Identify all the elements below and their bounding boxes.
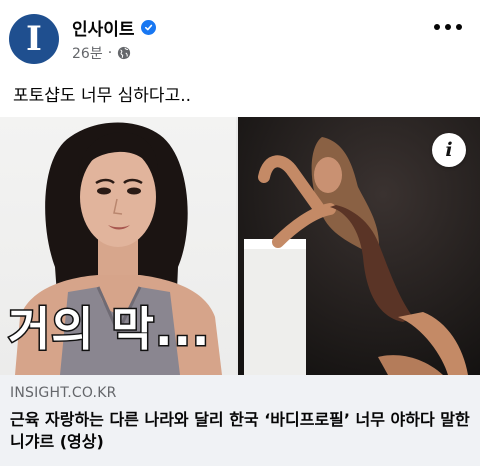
page-name-row: 인사이트 <box>72 15 156 40</box>
globe-icon <box>118 46 131 60</box>
more-dot-icon <box>445 24 451 30</box>
link-preview[interactable]: INSIGHT.CO.KR 근육 자랑하는 다른 나라와 달리 한국 ‘바디프로… <box>0 375 480 466</box>
post-meta: 26분 · <box>72 43 131 63</box>
info-icon[interactable]: i <box>432 133 466 167</box>
post-text: 포토샵도 너무 심하다고.. <box>13 86 192 106</box>
media-right-photo[interactable]: i <box>238 117 480 375</box>
page-name[interactable]: 인사이트 <box>72 15 135 40</box>
post-header: I 인사이트 26분 · <box>0 0 480 72</box>
video-caption-overlay: 거의 막... <box>6 301 211 358</box>
meta-separator: · <box>107 45 113 61</box>
post-media[interactable]: 거의 막... i <box>0 117 480 375</box>
link-domain: INSIGHT.CO.KR <box>10 385 117 401</box>
link-title[interactable]: 근육 자랑하는 다른 나라와 달리 한국 ‘바디프로필’ 너무 야하다 말한 니… <box>10 409 470 453</box>
page-avatar[interactable]: I <box>9 14 59 64</box>
media-left-photo[interactable]: 거의 막... <box>0 117 236 375</box>
more-dot-icon <box>456 24 462 30</box>
more-options-button[interactable] <box>434 18 462 36</box>
post-timestamp[interactable]: 26분 <box>72 43 103 63</box>
more-dot-icon <box>434 24 440 30</box>
verified-badge-icon <box>140 20 156 35</box>
